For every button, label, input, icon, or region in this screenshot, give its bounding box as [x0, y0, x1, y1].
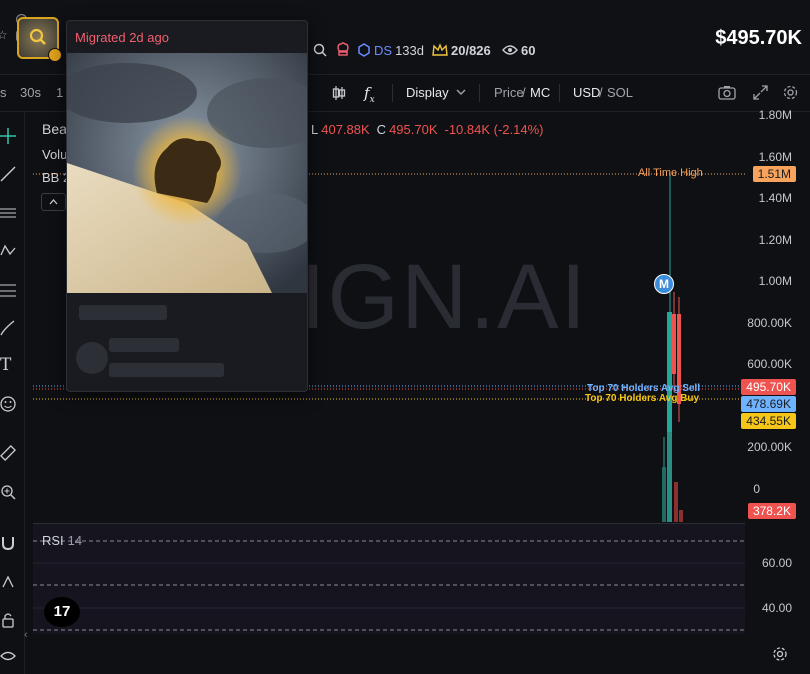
- lock-icon[interactable]: [0, 612, 16, 628]
- ath-label: All Time High: [638, 167, 703, 179]
- zoom-in-icon[interactable]: [0, 484, 16, 500]
- visibility-icon[interactable]: [0, 648, 16, 664]
- divider: [392, 84, 393, 102]
- candles-icon[interactable]: [331, 85, 347, 101]
- display-dropdown[interactable]: Display: [406, 85, 449, 100]
- holders-stat: 20/826: [432, 42, 491, 58]
- toggle-slash: /: [599, 85, 603, 100]
- rsi-legend: RSI 14: [42, 533, 82, 548]
- rsi-tick: 60.00: [761, 556, 792, 570]
- text-tool-icon[interactable]: T: [0, 355, 11, 375]
- y-tick: 1.20M: [758, 233, 792, 247]
- fib-icon[interactable]: [0, 282, 16, 298]
- views-stat: 60: [502, 42, 535, 58]
- pattern-icon[interactable]: [0, 243, 16, 259]
- avg-buy-badge: 434.55K: [741, 413, 796, 429]
- y-tick: 1.60M: [758, 150, 792, 164]
- rsi-bands: [33, 540, 745, 631]
- tradingview-logo[interactable]: 17: [44, 597, 80, 627]
- volume-bar: [679, 510, 683, 522]
- volume-badge: 378.2K: [747, 503, 796, 519]
- views-count: 60: [521, 42, 536, 58]
- last-price-badge: 495.70K: [741, 379, 796, 395]
- volume-bar: [674, 482, 678, 522]
- eye-icon: [502, 45, 518, 55]
- crosshair-icon[interactable]: [0, 128, 16, 144]
- y-tick: 0: [753, 482, 760, 496]
- skeleton-line: [109, 338, 179, 352]
- camera-icon[interactable]: [718, 85, 736, 100]
- dexscreener-stat[interactable]: DS 133d: [357, 42, 424, 58]
- brush-icon[interactable]: [0, 320, 16, 336]
- divider: [559, 84, 560, 102]
- sol-toggle[interactable]: SOL: [607, 85, 633, 100]
- search-icon: [29, 28, 46, 45]
- price-toggle[interactable]: Price: [494, 85, 524, 100]
- toggle-slash: /: [522, 85, 526, 100]
- gear-icon[interactable]: [772, 646, 788, 662]
- token-image: [67, 53, 307, 293]
- avg-sell-badge: 478.69K: [741, 396, 796, 412]
- y-tick: 1.40M: [758, 191, 792, 205]
- magnet-icon[interactable]: [0, 535, 16, 551]
- dexscreener-icon: [358, 43, 370, 57]
- y-tick: 1.00M: [758, 274, 792, 288]
- ath-badge: 1.51M: [752, 166, 796, 182]
- skeleton-line: [79, 305, 167, 320]
- ruler-icon[interactable]: [0, 445, 16, 461]
- search-icon[interactable]: [313, 43, 327, 57]
- usd-toggle[interactable]: USD: [573, 85, 600, 100]
- y-tick: 1.80M: [758, 108, 792, 122]
- interval-30s[interactable]: 30s: [20, 85, 41, 100]
- interval-1[interactable]: 1: [56, 85, 63, 100]
- drawing-tools-rail: [0, 112, 25, 674]
- lock-drawings-icon[interactable]: [0, 573, 16, 589]
- migration-marker[interactable]: M: [654, 274, 674, 294]
- y-tick: 800.00K: [747, 316, 792, 330]
- star-icon[interactable]: ☆: [0, 28, 9, 42]
- rsi-tick: 40.00: [761, 601, 792, 615]
- holders-count: 20/826: [451, 42, 491, 58]
- pin-badge-icon: [48, 48, 62, 62]
- bear-illustration: [67, 53, 307, 293]
- interval-s[interactable]: s: [0, 85, 7, 100]
- indicators-button[interactable]: fx: [364, 84, 375, 105]
- migration-status: Migrated 2d ago: [75, 30, 169, 45]
- fullscreen-icon[interactable]: [753, 85, 768, 100]
- y-tick: 600.00K: [747, 357, 792, 371]
- market-cap-price: $495.70K: [715, 27, 802, 49]
- ds-age: 133d: [395, 42, 424, 58]
- fx-sub: x: [369, 95, 375, 105]
- chevron-down-icon: [456, 89, 466, 95]
- horizontal-lines-icon[interactable]: [0, 205, 16, 221]
- candle-body: [672, 314, 676, 374]
- emoji-icon[interactable]: [0, 396, 16, 412]
- trend-line-icon[interactable]: [0, 166, 16, 182]
- collapse-rail-icon[interactable]: ‹: [24, 629, 28, 641]
- mc-toggle[interactable]: MC: [530, 85, 550, 100]
- rsi-period: 14: [67, 533, 83, 548]
- divider: [479, 84, 480, 102]
- rsi-label: RSI: [42, 533, 64, 548]
- avg-buy-label: Top 70 Holders Avg Buy: [585, 393, 700, 404]
- chef-hat-icon[interactable]: [335, 42, 351, 57]
- crown-icon: [432, 43, 448, 56]
- token-preview-popup: Migrated 2d ago: [66, 20, 308, 392]
- ds-label: DS: [374, 42, 393, 58]
- skeleton-line: [109, 363, 224, 377]
- gear-icon[interactable]: [783, 85, 798, 100]
- skeleton-avatar: [76, 342, 108, 374]
- volume-bar: [662, 467, 666, 522]
- volume-bar: [667, 432, 672, 522]
- y-tick: 200.00K: [747, 440, 792, 454]
